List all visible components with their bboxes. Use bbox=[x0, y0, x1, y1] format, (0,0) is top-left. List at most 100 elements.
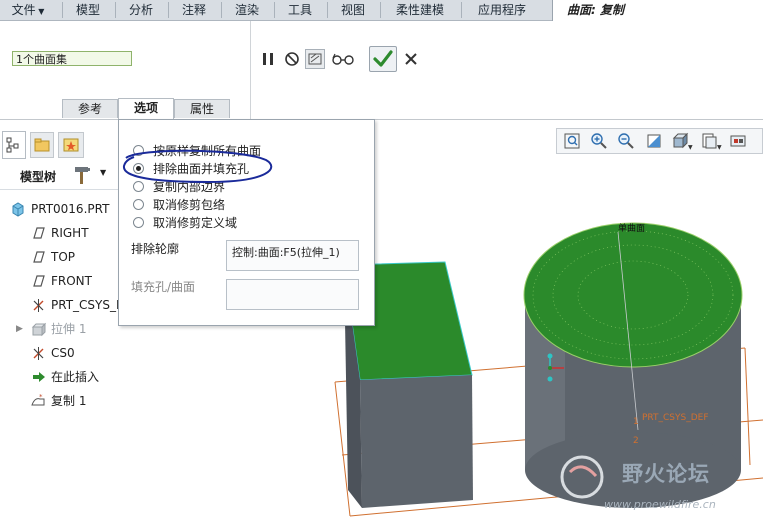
tab-options[interactable]: 选项 bbox=[118, 98, 174, 119]
hammer-icon bbox=[75, 167, 90, 184]
svg-text:2: 2 bbox=[633, 436, 639, 446]
surface-set-collector[interactable]: 1个曲面集 bbox=[12, 51, 132, 66]
tab-flexible-modeling[interactable]: 柔性建模 bbox=[381, 0, 459, 20]
file-menu[interactable]: 文件 ▼ bbox=[0, 0, 56, 20]
svg-text:▼: ▼ bbox=[688, 144, 693, 150]
fill-holes-label: 填充孔/曲面 bbox=[131, 280, 196, 294]
saved-views-button[interactable]: ▼ bbox=[700, 132, 724, 151]
tree-item-label: PRT0016.PRT bbox=[31, 202, 110, 216]
csys-icon bbox=[33, 347, 44, 360]
repaint-button[interactable] bbox=[645, 132, 665, 150]
tree-item-label: CS0 bbox=[51, 346, 75, 360]
tab-properties[interactable]: 属性 bbox=[174, 99, 230, 118]
csys-icon bbox=[33, 299, 44, 312]
insert-here-icon bbox=[33, 372, 45, 382]
model-tree-title: 模型树 bbox=[20, 170, 57, 184]
tree-item-label: TOP bbox=[51, 250, 76, 264]
shaded-display-icon: ▼ bbox=[672, 132, 693, 151]
svg-text:*: * bbox=[39, 393, 43, 401]
check-icon bbox=[373, 50, 393, 67]
tree-item-part[interactable]: PRT0016.PRT bbox=[0, 199, 118, 219]
model-tree-icon bbox=[6, 137, 19, 153]
tree-item-label: 在此插入 bbox=[51, 370, 100, 384]
tree-item-label: 拉伸 1 bbox=[51, 322, 87, 336]
tab-view[interactable]: 视图 bbox=[328, 0, 378, 20]
exclude-contours-label: 排除轮廓 bbox=[131, 242, 180, 256]
tree-item-label: 复制 1 bbox=[51, 394, 87, 408]
tab-model-tree[interactable] bbox=[2, 131, 26, 159]
dashboard-divider bbox=[250, 21, 251, 119]
glasses-icon bbox=[332, 53, 354, 65]
view-manager-icon bbox=[730, 135, 746, 147]
favorites-icon bbox=[63, 138, 79, 152]
dropdown-arrow-icon: ▼ bbox=[100, 168, 107, 177]
file-menu-label: 文件 bbox=[11, 3, 36, 17]
annotation-ellipse bbox=[123, 149, 273, 184]
folder-icon bbox=[34, 138, 50, 152]
pause-button[interactable] bbox=[258, 49, 278, 69]
fill-holes-collector[interactable] bbox=[226, 279, 359, 310]
tab-model[interactable]: 模型 bbox=[63, 0, 113, 20]
datum-plane-icon bbox=[33, 227, 45, 239]
watermark-title: 野火论坛 bbox=[622, 462, 710, 486]
ok-button[interactable] bbox=[369, 46, 397, 72]
verify-mode-button[interactable] bbox=[305, 49, 325, 69]
tab-tools[interactable]: 工具 bbox=[275, 0, 325, 20]
radio-label: 取消修剪包络 bbox=[153, 198, 226, 212]
tab-surface-copy[interactable]: 曲面: 复制 bbox=[552, 0, 763, 21]
tab-annotate[interactable]: 注释 bbox=[169, 0, 219, 20]
tab-render[interactable]: 渲染 bbox=[222, 0, 272, 20]
cancel-button[interactable] bbox=[401, 49, 421, 69]
datum-plane-icon bbox=[33, 275, 45, 287]
model-tree-header: 模型树 ▼ bbox=[0, 163, 118, 190]
navigator-tabs bbox=[0, 131, 120, 161]
zoom-in-icon bbox=[591, 133, 607, 149]
tree-item-cs0[interactable]: CS0 bbox=[0, 343, 118, 363]
csys-label: PRT_CSYS_DEF bbox=[642, 413, 709, 423]
tree-item-insert-here[interactable]: 在此插入 bbox=[0, 367, 118, 387]
ribbon-tab-bar: 文件 ▼ 模型 分析 注释 渲染 工具 视图 柔性建模 应用程序 曲面: 复制 bbox=[0, 0, 763, 21]
exclude-contours-collector[interactable]: 控制:曲面:F5(拉伸_1) bbox=[226, 240, 359, 271]
refit-button[interactable] bbox=[563, 132, 583, 150]
zoom-out-icon bbox=[618, 133, 634, 149]
svg-text:▼: ▼ bbox=[717, 144, 722, 150]
tab-analysis[interactable]: 分析 bbox=[116, 0, 166, 20]
dropdown-arrow-icon: ▼ bbox=[35, 7, 45, 16]
refit-icon bbox=[564, 133, 580, 149]
watermark-url: www.proewildfire.cn bbox=[604, 498, 716, 511]
close-icon bbox=[405, 53, 417, 65]
tree-item-label: FRONT bbox=[51, 274, 92, 288]
repaint-icon bbox=[647, 134, 661, 148]
pause-icon bbox=[263, 53, 273, 65]
tree-settings-button[interactable]: ▼ bbox=[72, 165, 112, 187]
tab-references[interactable]: 参考 bbox=[62, 99, 118, 118]
no-preview-icon bbox=[285, 52, 299, 66]
extrude-icon bbox=[31, 322, 46, 337]
saved-views-icon: ▼ bbox=[702, 133, 722, 151]
expand-arrow-icon[interactable]: ▶ bbox=[16, 319, 23, 339]
tree-item-right[interactable]: RIGHT bbox=[0, 223, 118, 243]
svg-text:1: 1 bbox=[633, 417, 639, 427]
tree-item-top[interactable]: TOP bbox=[0, 247, 118, 267]
no-preview-button[interactable] bbox=[282, 49, 302, 69]
tab-favorites[interactable] bbox=[58, 132, 84, 158]
view-toolbar: ▼ ▼ bbox=[556, 128, 763, 154]
preview-button[interactable] bbox=[331, 49, 355, 69]
tree-item-copy-1[interactable]: * 复制 1 bbox=[0, 391, 118, 411]
radio-button[interactable] bbox=[133, 199, 144, 210]
tab-folder-browser[interactable] bbox=[30, 132, 54, 158]
tree-item-label: RIGHT bbox=[51, 226, 89, 240]
tab-applications[interactable]: 应用程序 bbox=[462, 0, 542, 20]
datum-plane-icon bbox=[33, 251, 45, 263]
radio-button[interactable] bbox=[133, 217, 144, 228]
copy-surface-icon: * bbox=[31, 393, 45, 406]
tree-item-front[interactable]: FRONT bbox=[0, 271, 118, 291]
verify-icon bbox=[308, 53, 322, 65]
display-style-button[interactable]: ▼ bbox=[671, 132, 695, 151]
zoom-out-button[interactable] bbox=[617, 132, 637, 150]
surface-label: 单曲面 bbox=[618, 224, 646, 234]
part-icon bbox=[12, 202, 24, 217]
tree-item-extrude-1[interactable]: ▶ 拉伸 1 bbox=[0, 319, 118, 339]
view-manager-button[interactable] bbox=[729, 132, 753, 150]
zoom-in-button[interactable] bbox=[590, 132, 610, 150]
